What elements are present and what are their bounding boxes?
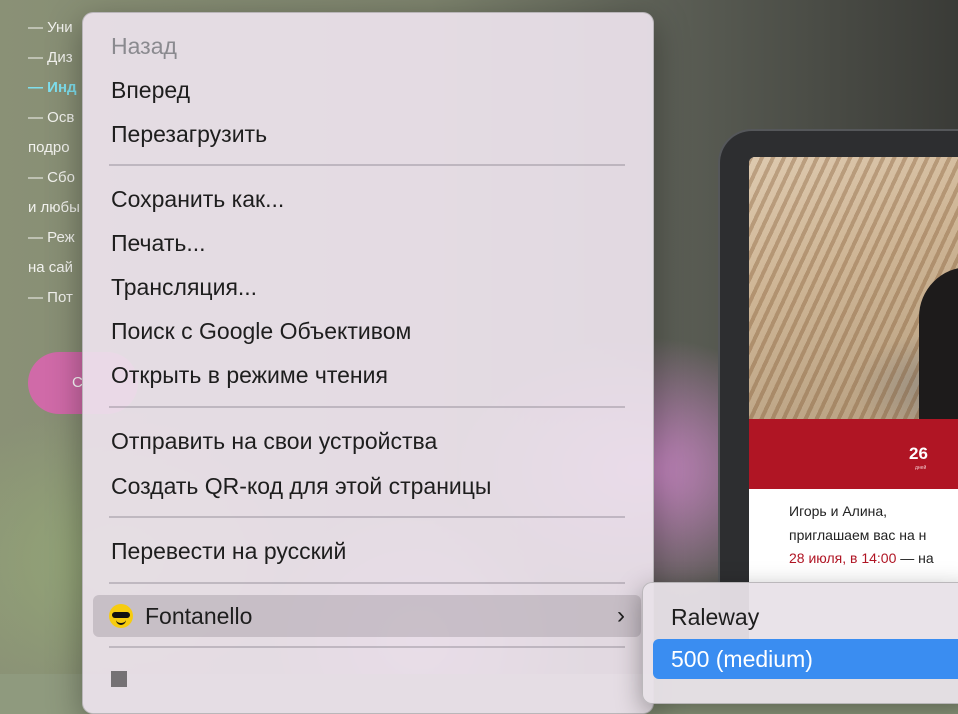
countdown-unit: дней — [915, 465, 927, 471]
invite-tail: — на — [896, 550, 934, 566]
menu-separator — [109, 516, 625, 518]
couple-photo — [749, 157, 958, 419]
menu-item-qr-code[interactable]: Создать QR-код для этой страницы — [111, 468, 491, 504]
submenu-font-weight[interactable]: 500 (medium) — [653, 639, 958, 679]
fontanello-label: Fontanello — [145, 603, 253, 629]
menu-item-forward[interactable]: Вперед — [111, 72, 190, 108]
context-menu: Назад Вперед Перезагрузить Сохранить как… — [82, 12, 654, 714]
invite-date-line: 28 июля, в 14:00 — на — [789, 550, 934, 566]
fontanello-icon — [109, 604, 133, 628]
menu-item-icon-partial — [111, 671, 127, 687]
invite-line: приглашаем вас на н — [789, 527, 927, 543]
menu-item-google-lens[interactable]: Поиск с Google Объективом — [111, 313, 411, 349]
menu-item-send-to-devices[interactable]: Отправить на свои устройства — [111, 423, 437, 459]
menu-separator — [109, 164, 625, 166]
bg-text-line: — Осв — [28, 109, 75, 126]
bg-text-line: — Пот — [28, 289, 73, 306]
menu-item-print[interactable]: Печать... — [111, 225, 206, 261]
menu-item-save-as[interactable]: Сохранить как... — [111, 181, 284, 217]
bg-text-line: — Уни — [28, 19, 73, 36]
menu-item-fontanello[interactable]: Fontanello › — [93, 595, 641, 637]
photo-figure — [919, 267, 958, 419]
invite-line: Игорь и Алина, — [789, 503, 888, 519]
bg-text-line: — Сбо — [28, 169, 75, 186]
menu-separator — [109, 582, 625, 584]
bg-text-line: на сай — [28, 259, 74, 276]
menu-separator — [109, 406, 625, 408]
fontanello-submenu: Raleway 500 (medium) — [642, 582, 958, 704]
menu-item-cast[interactable]: Трансляция... — [111, 269, 257, 305]
invite-date: 28 июля, в 14:00 — [789, 550, 897, 566]
bg-text-line: — Диз — [28, 49, 73, 66]
countdown-number: 26 — [909, 444, 928, 463]
menu-separator — [109, 646, 625, 648]
bg-text-line: и любы — [28, 199, 80, 216]
bg-text-line: подро — [28, 139, 70, 156]
menu-item-reload[interactable]: Перезагрузить — [111, 116, 267, 152]
submenu-font-family[interactable]: Raleway — [671, 597, 759, 637]
menu-item-back[interactable]: Назад — [111, 28, 177, 64]
menu-item-reading-mode[interactable]: Открыть в режиме чтения — [111, 357, 388, 393]
bg-text-line: — Реж — [28, 229, 75, 246]
bg-text-line-highlighted: — Инд — [28, 79, 77, 96]
menu-item-translate[interactable]: Перевести на русский — [111, 533, 346, 569]
chevron-right-icon: › — [617, 602, 625, 629]
